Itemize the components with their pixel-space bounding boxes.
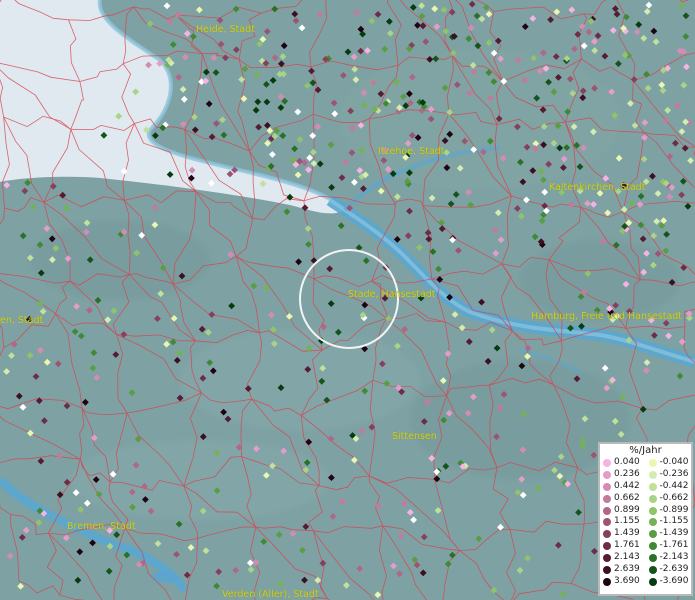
legend-row: 2.639 -2.639 xyxy=(600,564,691,576)
legend-value: -3.690 xyxy=(659,575,689,586)
legend-value: 3.690 xyxy=(614,575,640,586)
legend-swatch xyxy=(648,482,657,491)
legend-swatch xyxy=(603,530,611,539)
legend-value: -1.439 xyxy=(659,528,689,539)
place-label: Heide, Stadt xyxy=(196,24,255,35)
place-label: Itzehoe, Stadt xyxy=(378,146,445,157)
lake xyxy=(151,571,179,583)
legend-swatch xyxy=(648,565,657,574)
place-label: Verden (Aller), Stadt xyxy=(222,589,319,600)
legend-value: 1.761 xyxy=(614,540,640,551)
map-canvas[interactable] xyxy=(0,0,695,600)
legend-swatch xyxy=(603,470,611,479)
legend-title: %/Jahr xyxy=(629,445,662,456)
legend-entry: 0.662 xyxy=(600,493,646,505)
place-label: Kaltenkirchen, Stadt xyxy=(549,182,646,193)
legend-swatch xyxy=(603,554,611,563)
legend-row: 2.143 -2.143 xyxy=(600,552,691,564)
legend-swatch xyxy=(603,506,611,515)
legend-swatch xyxy=(603,518,611,527)
legend-value: 2.639 xyxy=(614,564,640,575)
place-label: Bremen, Stadt xyxy=(67,521,136,532)
legend-swatch xyxy=(648,542,657,551)
legend-row: 0.442 -0.442 xyxy=(600,481,691,493)
legend-entry: 0.899 xyxy=(600,505,646,517)
map-legend: %/Jahr 0.040 -0.040 0.236 -0.236 0.442 -0.442… xyxy=(598,442,693,596)
legend-row: 1.155 -1.155 xyxy=(600,516,691,528)
legend-swatch xyxy=(648,530,657,539)
place-label: Stade, Hansestadt xyxy=(348,289,436,300)
place-label: en, Stadt xyxy=(0,315,44,326)
legend-value: -0.236 xyxy=(659,468,689,479)
legend-swatch xyxy=(603,565,611,574)
legend-value: -1.761 xyxy=(659,540,689,551)
legend-entry: -1.155 xyxy=(646,516,692,528)
legend-entry: 1.155 xyxy=(600,516,646,528)
legend-value: 0.899 xyxy=(614,504,640,515)
legend-value: -0.662 xyxy=(659,492,689,503)
legend-swatch xyxy=(648,458,657,467)
legend-value: -2.639 xyxy=(659,564,689,575)
legend-row: 0.899 -0.899 xyxy=(600,505,691,517)
legend-entry: 0.236 xyxy=(600,469,646,481)
legend-entry: -0.236 xyxy=(646,469,692,481)
legend-value: -0.040 xyxy=(659,457,689,467)
legend-row: 0.662 -0.662 xyxy=(600,493,691,505)
legend-row: 3.690 -3.690 xyxy=(600,576,691,588)
legend-swatch xyxy=(603,482,611,491)
legend-value: 0.236 xyxy=(614,468,640,479)
legend-swatch xyxy=(648,506,657,515)
legend-value: 0.442 xyxy=(614,480,640,491)
legend-value: -0.442 xyxy=(659,480,689,491)
legend-row: 1.761 -1.761 xyxy=(600,540,691,552)
legend-value: -1.155 xyxy=(659,516,689,527)
legend-row: 0.236 -0.236 xyxy=(600,469,691,481)
legend-entry: 2.143 xyxy=(600,552,646,564)
legend-entry: -1.761 xyxy=(646,540,692,552)
legend-entry: -0.899 xyxy=(646,505,692,517)
legend-entry: -0.442 xyxy=(646,481,692,493)
legend-swatch xyxy=(648,494,657,503)
legend-swatch xyxy=(603,458,611,467)
legend-value: 2.143 xyxy=(614,552,640,563)
legend-entry: 3.690 xyxy=(600,576,646,588)
legend-entry: -3.690 xyxy=(646,576,692,588)
legend-value: 0.662 xyxy=(614,492,640,503)
legend-swatch xyxy=(603,577,611,586)
legend-value: -2.143 xyxy=(659,552,689,563)
place-label: Hamburg, Freie und Hansestadt xyxy=(531,311,683,322)
legend-entry: 2.639 xyxy=(600,564,646,576)
legend-entry: -2.639 xyxy=(646,564,692,576)
legend-entry: -0.662 xyxy=(646,493,692,505)
legend-value: 1.155 xyxy=(614,516,640,527)
legend-entry: 1.761 xyxy=(600,540,646,552)
legend-value: 0.040 xyxy=(614,457,640,467)
place-label: Sittensen xyxy=(392,431,437,442)
legend-entry: -1.439 xyxy=(646,528,692,540)
legend-row: 1.439 -1.439 xyxy=(600,528,691,540)
legend-swatch xyxy=(648,518,657,527)
legend-swatch xyxy=(648,554,657,563)
legend-row: 0.040 -0.040 xyxy=(600,457,691,469)
legend-swatch xyxy=(648,577,657,586)
legend-value: -0.899 xyxy=(659,504,689,515)
legend-value: 1.439 xyxy=(614,528,640,539)
legend-entry: -0.040 xyxy=(646,457,692,469)
legend-entry: 1.439 xyxy=(600,528,646,540)
legend-swatch xyxy=(648,470,657,479)
legend-entry: 0.442 xyxy=(600,481,646,493)
legend-entry: -2.143 xyxy=(646,552,692,564)
legend-swatch xyxy=(603,542,611,551)
legend-swatch xyxy=(603,494,611,503)
legend-entry: 0.040 xyxy=(600,457,646,469)
